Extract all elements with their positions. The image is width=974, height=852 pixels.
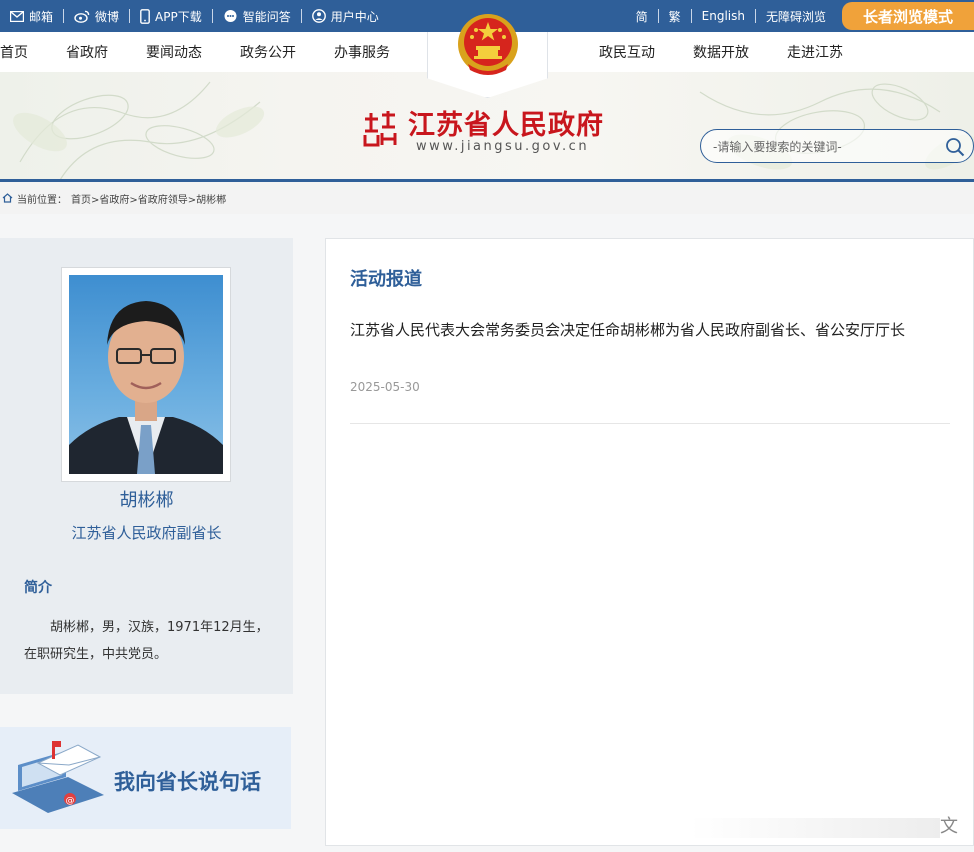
user-icon [311, 9, 326, 23]
mail-icon [10, 10, 24, 22]
national-emblem-icon [458, 14, 518, 75]
search-input[interactable] [713, 137, 933, 157]
nav-item-news[interactable]: 要闻动态 [127, 42, 221, 62]
activity-heading: 活动报道 [350, 269, 422, 290]
jiangsu-logo-icon [363, 111, 397, 147]
breadcrumb-prefix: 当前位置： [17, 194, 67, 206]
home-icon [2, 193, 13, 203]
leader-photo [69, 275, 223, 474]
news-item-date: 2025-05-30 [350, 380, 420, 394]
watermark-fade [690, 818, 940, 838]
mailbox-icon: @ [12, 741, 104, 813]
elder-mode-button[interactable]: 长者浏览模式 [842, 2, 974, 30]
top-bar-left-links: 邮箱 微博 APP下载 智能问答 用户中心 [0, 0, 389, 32]
user-center-link[interactable]: 用户中心 [302, 8, 389, 25]
traditional-chinese-link[interactable]: 繁 [659, 8, 691, 25]
simplified-chinese-link[interactable]: 简 [626, 8, 658, 25]
phone-icon [140, 8, 150, 24]
nav-item-about-jiangsu[interactable]: 走进江苏 [768, 42, 862, 62]
weibo-icon [74, 10, 90, 23]
portrait-icon [69, 301, 223, 474]
chat-icon [224, 10, 237, 22]
smart-qa-link[interactable]: 智能问答 [213, 8, 301, 25]
intro-heading: 简介 [24, 580, 52, 596]
breadcrumb: 当前位置： 首页>省政府>省政府领导>胡彬郴 [0, 182, 974, 214]
nav-item-provincial-government[interactable]: 省政府 [47, 42, 127, 62]
search-box [700, 129, 974, 163]
main-nav-left: 首页 省政府 要闻动态 政务公开 办事服务 [0, 32, 409, 72]
nav-item-interaction[interactable]: 政民互动 [580, 42, 674, 62]
search-icon[interactable] [945, 137, 965, 157]
site-url: www.jiangsu.gov.cn [416, 139, 590, 154]
nav-item-home[interactable]: 首页 [0, 42, 47, 62]
intro-text: 胡彬郴，男，汉族，1971年12月生，在职研究生，中共党员。 [24, 620, 269, 662]
nav-item-gov-affairs[interactable]: 政务公开 [221, 42, 315, 62]
mail-link-label: 邮箱 [29, 9, 54, 24]
app-download-link[interactable]: APP下载 [130, 8, 212, 25]
main-nav-right: 政民互动 数据开放 走进江苏 [580, 32, 862, 72]
breadcrumb-path[interactable]: 首页>省政府>省政府领导>胡彬郴 [71, 191, 226, 206]
svg-text:@: @ [66, 796, 75, 806]
nav-item-services[interactable]: 办事服务 [315, 42, 409, 62]
english-link[interactable]: English [692, 9, 755, 23]
smart-qa-label: 智能问答 [242, 9, 291, 24]
watermark-text: 文 [940, 816, 958, 837]
weibo-link-label: 微博 [95, 9, 120, 24]
leader-photo-frame [61, 267, 231, 482]
mail-link[interactable]: 邮箱 [0, 8, 63, 25]
divider [350, 423, 950, 424]
site-name: 江苏省人民政府 [408, 110, 604, 141]
mailbox-label[interactable]: 我向省长说句话 [114, 766, 261, 796]
user-center-label: 用户中心 [330, 9, 379, 24]
leader-name: 胡彬郴 [119, 490, 174, 511]
top-bar-right-links: 简 繁 English 无障碍浏览 [626, 0, 836, 32]
nav-item-open-data[interactable]: 数据开放 [674, 42, 768, 62]
accessibility-link[interactable]: 无障碍浏览 [756, 8, 836, 25]
app-download-label: APP下载 [155, 9, 202, 24]
weibo-link[interactable]: 微博 [64, 8, 129, 25]
news-item-title[interactable]: 江苏省人民代表大会常务委员会决定任命胡彬郴为省人民政府副省长、省公安厅厅长 [350, 316, 946, 344]
leader-title: 江苏省人民政府副省长 [71, 524, 222, 542]
